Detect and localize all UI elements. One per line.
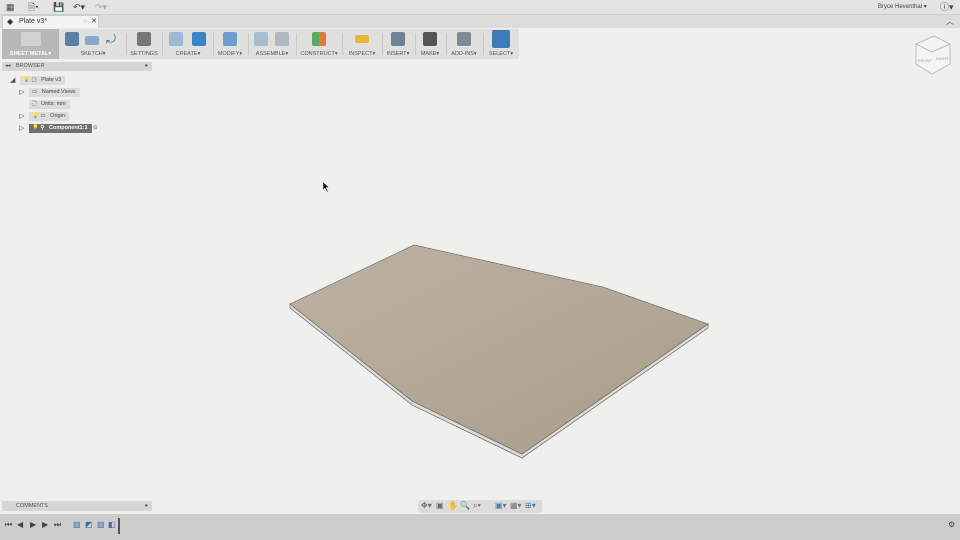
plate-top-face: [289, 244, 709, 455]
timeline-flange-feature-icon[interactable]: ◩: [85, 520, 93, 529]
viewcube[interactable]: FRONT RIGHT: [915, 35, 951, 75]
comments-options-icon[interactable]: ●: [145, 501, 148, 511]
orbit-icon[interactable]: ✥▾: [421, 501, 432, 510]
look-at-icon[interactable]: ▣: [436, 501, 444, 510]
comments-title: COMMENTS: [16, 503, 49, 509]
display-settings-icon[interactable]: ▣▾: [495, 501, 507, 510]
navigation-bar: ✥▾ ▣ ✋ 🔍 ⌕▾ ▣▾ ▦▾ ⊞▾: [418, 500, 542, 513]
go-to-start-icon[interactable]: ⏮: [5, 520, 12, 530]
comments-panel-header[interactable]: COMMENTS ●: [2, 501, 152, 511]
zoom-icon[interactable]: 🔍: [460, 501, 470, 510]
timeline-marker[interactable]: [118, 518, 120, 534]
timeline: [0, 514, 960, 540]
timeline-settings-icon[interactable]: ⚙: [948, 520, 955, 529]
go-to-end-icon[interactable]: ⏭: [54, 520, 61, 530]
pan-icon[interactable]: ✋: [448, 501, 458, 510]
viewcube-right-label: RIGHT: [936, 56, 949, 61]
step-forward-icon[interactable]: ▶: [42, 520, 48, 529]
timeline-sketch-feature-icon[interactable]: ▨: [73, 520, 81, 529]
play-icon[interactable]: ▶: [30, 520, 36, 529]
viewcube-front-label: FRONT: [918, 58, 932, 63]
mouse-cursor-icon: [322, 181, 330, 193]
viewport[interactable]: FRONT RIGHT: [0, 0, 960, 540]
step-back-icon[interactable]: ◀: [17, 520, 23, 529]
zoom-window-icon[interactable]: ⌕▾: [473, 501, 481, 511]
timeline-component-feature-icon[interactable]: ◧: [108, 520, 116, 529]
grid-snaps-icon[interactable]: ▦▾: [510, 501, 522, 510]
timeline-sketch-feature-icon[interactable]: ▨: [97, 520, 105, 529]
viewports-icon[interactable]: ⊞▾: [525, 501, 536, 510]
